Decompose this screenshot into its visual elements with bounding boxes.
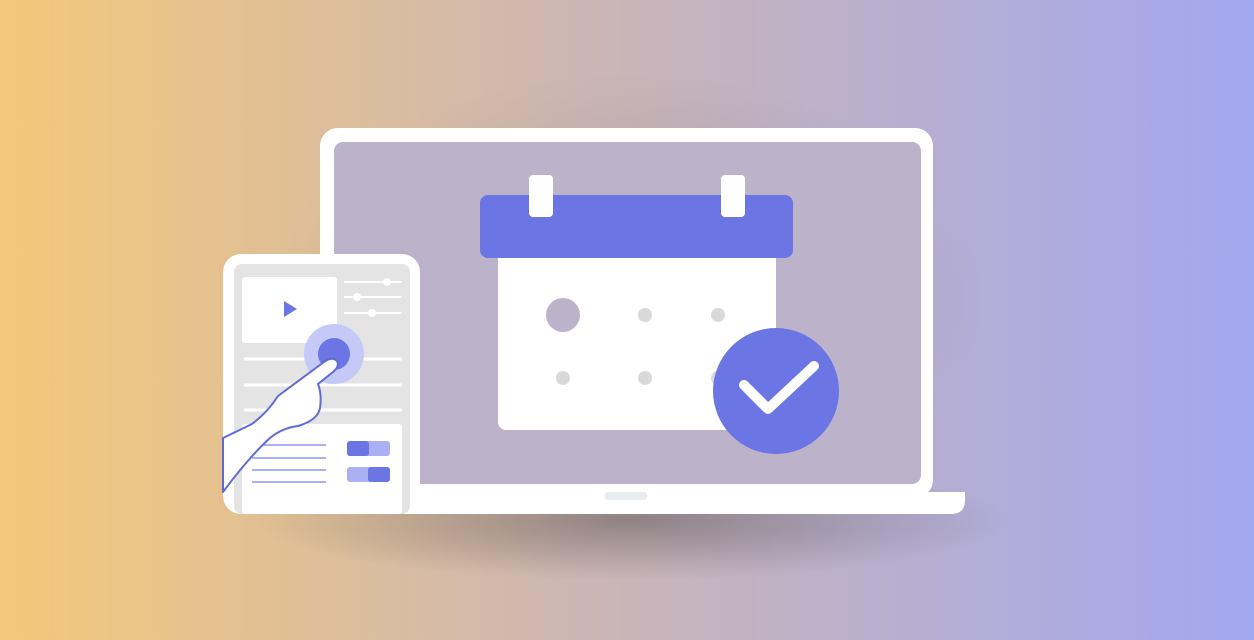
slider-thumb [383,278,391,286]
calendar-day [556,371,570,385]
illustration [222,128,965,514]
tablet-icon [223,254,420,514]
calendar-day [638,308,652,322]
calendar-ring-right [721,175,745,217]
slider-thumb [368,309,376,317]
toggle-off [347,441,390,456]
check-badge [713,328,839,454]
calendar-day-selected [546,298,580,332]
calendar-day [711,308,725,322]
calendar-header [480,195,793,258]
laptop-notch [605,492,647,500]
checkmark-icon [713,328,839,454]
slider-thumb [353,293,361,301]
calendar-day [638,371,652,385]
illustration-scene [0,0,1254,640]
calendar-ring-left [529,175,553,217]
toggle-on [347,467,390,482]
